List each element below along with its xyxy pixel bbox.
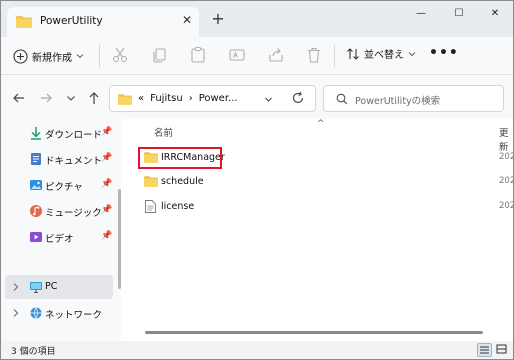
sidebar-item-network[interactable]: ネットワーク bbox=[1, 301, 119, 325]
search-box[interactable]: PowerUtilityの検索 bbox=[323, 85, 504, 112]
sidebar-item-downloads[interactable]: ダウンロード 📌 bbox=[1, 121, 119, 145]
chevron-right-icon[interactable] bbox=[12, 282, 20, 292]
item-count: 3 個の項目 bbox=[11, 347, 56, 357]
pin-icon: 📌 bbox=[101, 179, 113, 189]
breadcrumb-fujitsu[interactable]: Fujitsu bbox=[150, 93, 183, 104]
chevron-right-icon[interactable] bbox=[12, 308, 20, 318]
sidebar-item-label: ダウンロード bbox=[45, 130, 103, 141]
more-options-button[interactable]: ••• bbox=[429, 45, 459, 61]
breadcrumb-overflow[interactable]: « bbox=[138, 93, 144, 104]
explorer-body: ダウンロード 📌 ドキュメント 📌 ピクチャ 📌 ミュージック 📌 ビデオ 📌 … bbox=[1, 119, 513, 341]
cut-icon[interactable] bbox=[111, 46, 129, 64]
rename-icon[interactable] bbox=[228, 46, 246, 64]
chevron-down-icon[interactable] bbox=[264, 95, 273, 104]
up-arrow-icon[interactable] bbox=[86, 90, 102, 106]
tab-powerutility[interactable]: PowerUtility ✕ bbox=[7, 7, 199, 37]
status-bar: 3 個の項目 bbox=[1, 341, 513, 359]
column-header-name[interactable]: 名前 bbox=[154, 125, 173, 139]
close-button[interactable]: ✕ bbox=[480, 4, 510, 24]
sort-label: 並べ替え bbox=[364, 50, 404, 61]
highlight-box bbox=[138, 147, 222, 169]
folder-icon bbox=[118, 94, 132, 105]
chevron-down-icon bbox=[408, 51, 416, 56]
modified-date: 202 bbox=[499, 152, 514, 162]
document-icon bbox=[31, 153, 41, 165]
pin-icon: 📌 bbox=[101, 231, 113, 241]
music-icon bbox=[30, 205, 42, 217]
delete-icon[interactable] bbox=[305, 46, 323, 64]
navigation-pane: ダウンロード 📌 ドキュメント 📌 ピクチャ 📌 ミュージック 📌 ビデオ 📌 … bbox=[1, 119, 121, 341]
folder-icon bbox=[16, 16, 32, 28]
search-placeholder: PowerUtilityの検索 bbox=[355, 96, 441, 107]
pin-icon: 📌 bbox=[101, 153, 113, 163]
sidebar-item-videos[interactable]: ビデオ 📌 bbox=[1, 225, 119, 249]
sidebar-item-pictures[interactable]: ピクチャ 📌 bbox=[1, 173, 119, 197]
folder-icon bbox=[144, 176, 158, 187]
tab-close-button[interactable]: ✕ bbox=[179, 12, 195, 28]
sidebar-item-pc[interactable]: PC bbox=[5, 275, 113, 299]
minimize-button[interactable]: — bbox=[406, 4, 436, 24]
breadcrumb: « Fujitsu › Power... bbox=[138, 93, 238, 104]
command-bar: 新規作成 並べ替え ••• bbox=[1, 37, 513, 75]
details-view-button[interactable] bbox=[477, 343, 492, 357]
sort-ascending-icon: ^ bbox=[317, 119, 325, 129]
horizontal-scrollbar[interactable] bbox=[145, 331, 483, 334]
sort-button[interactable]: 並べ替え bbox=[346, 46, 416, 61]
new-button[interactable]: 新規作成 bbox=[13, 45, 84, 67]
sidebar-item-label: ドキュメント bbox=[45, 156, 103, 167]
text-file-icon bbox=[145, 200, 156, 213]
sidebar-item-documents[interactable]: ドキュメント 📌 bbox=[1, 147, 119, 171]
list-item[interactable]: license 202 bbox=[139, 196, 513, 218]
file-explorer-window: PowerUtility ✕ + — ☐ ✕ 新規作成 並べ替え ••• « F… bbox=[0, 0, 514, 360]
file-name: license bbox=[161, 201, 195, 212]
breadcrumb-separator: › bbox=[188, 93, 193, 104]
forward-arrow-icon[interactable] bbox=[38, 90, 54, 106]
file-name: schedule bbox=[161, 176, 204, 187]
sidebar-item-label: ミュージック bbox=[45, 208, 102, 219]
copy-icon[interactable] bbox=[150, 46, 168, 64]
tab-title: PowerUtility bbox=[40, 15, 103, 27]
new-tab-button[interactable]: + bbox=[209, 10, 227, 28]
video-icon bbox=[30, 232, 42, 242]
pin-icon: 📌 bbox=[101, 127, 113, 137]
sort-icon bbox=[347, 47, 359, 60]
pin-icon: 📌 bbox=[101, 205, 113, 215]
network-icon bbox=[30, 307, 42, 320]
nav-pane-scrollbar[interactable] bbox=[118, 189, 121, 289]
file-list: ^ 名前 更新 IRRCManager 202 schedule 202 lic… bbox=[129, 119, 513, 341]
tiles-view-button[interactable] bbox=[495, 343, 510, 357]
address-bar[interactable]: « Fujitsu › Power... bbox=[109, 85, 316, 112]
sidebar-item-label: ネットワーク bbox=[45, 310, 103, 321]
refresh-icon[interactable] bbox=[291, 91, 305, 105]
pictures-icon bbox=[30, 180, 42, 190]
title-bar: PowerUtility ✕ + — ☐ ✕ bbox=[1, 1, 513, 37]
tiles-view-icon bbox=[496, 344, 507, 354]
back-arrow-icon[interactable] bbox=[11, 90, 27, 106]
share-icon[interactable] bbox=[267, 46, 285, 64]
maximize-button[interactable]: ☐ bbox=[444, 4, 474, 24]
sidebar-item-music[interactable]: ミュージック 📌 bbox=[1, 199, 119, 223]
sidebar-item-label: ピクチャ bbox=[45, 182, 83, 193]
list-item[interactable]: schedule 202 bbox=[139, 171, 513, 193]
paste-icon[interactable] bbox=[189, 46, 207, 64]
navigation-bar: « Fujitsu › Power... PowerUtilityの検索 bbox=[1, 75, 513, 119]
computer-icon bbox=[30, 282, 42, 294]
modified-date: 202 bbox=[499, 201, 514, 211]
download-icon bbox=[31, 127, 41, 140]
details-view-icon bbox=[480, 346, 489, 354]
sidebar-item-label: PC bbox=[45, 281, 58, 292]
modified-date: 202 bbox=[499, 176, 514, 186]
divider bbox=[99, 45, 100, 67]
plus-circle-icon bbox=[13, 48, 28, 64]
chevron-down-icon bbox=[76, 54, 84, 59]
new-button-label: 新規作成 bbox=[32, 52, 72, 64]
sidebar-item-label: ビデオ bbox=[45, 234, 74, 245]
breadcrumb-powerutility[interactable]: Power... bbox=[199, 93, 238, 104]
recent-locations-chevron-icon[interactable] bbox=[63, 90, 79, 106]
divider bbox=[334, 45, 335, 67]
search-icon bbox=[336, 93, 348, 105]
